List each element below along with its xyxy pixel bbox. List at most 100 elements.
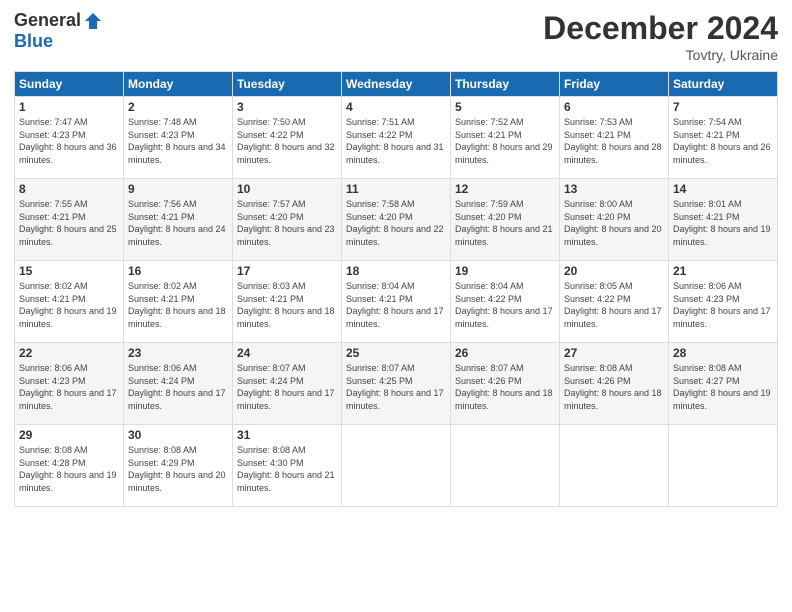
calendar-cell: 15 Sunrise: 8:02 AMSunset: 4:21 PMDayligh… bbox=[15, 261, 124, 343]
cell-info: Sunrise: 8:06 AMSunset: 4:23 PMDaylight:… bbox=[673, 280, 773, 330]
cell-info: Sunrise: 8:06 AMSunset: 4:24 PMDaylight:… bbox=[128, 362, 228, 412]
week-row-5: 29 Sunrise: 8:08 AMSunset: 4:28 PMDayligh… bbox=[15, 425, 778, 507]
calendar-cell: 29 Sunrise: 8:08 AMSunset: 4:28 PMDayligh… bbox=[15, 425, 124, 507]
cell-info: Sunrise: 8:04 AMSunset: 4:21 PMDaylight:… bbox=[346, 280, 446, 330]
day-number: 13 bbox=[564, 182, 664, 196]
day-number: 14 bbox=[673, 182, 773, 196]
day-number: 22 bbox=[19, 346, 119, 360]
day-number: 23 bbox=[128, 346, 228, 360]
calendar-cell: 18 Sunrise: 8:04 AMSunset: 4:21 PMDayligh… bbox=[342, 261, 451, 343]
day-number: 28 bbox=[673, 346, 773, 360]
calendar-table: Sunday Monday Tuesday Wednesday Thursday… bbox=[14, 71, 778, 507]
calendar-cell: 2 Sunrise: 7:48 AMSunset: 4:23 PMDaylight… bbox=[124, 97, 233, 179]
cell-info: Sunrise: 7:54 AMSunset: 4:21 PMDaylight:… bbox=[673, 116, 773, 166]
cell-info: Sunrise: 7:47 AMSunset: 4:23 PMDaylight:… bbox=[19, 116, 119, 166]
main-container: General Blue December 2024 Tovtry, Ukrai… bbox=[0, 0, 792, 513]
calendar-cell: 5 Sunrise: 7:52 AMSunset: 4:21 PMDaylight… bbox=[451, 97, 560, 179]
calendar-cell: 24 Sunrise: 8:07 AMSunset: 4:24 PMDayligh… bbox=[233, 343, 342, 425]
cell-info: Sunrise: 7:48 AMSunset: 4:23 PMDaylight:… bbox=[128, 116, 228, 166]
day-number: 19 bbox=[455, 264, 555, 278]
cell-info: Sunrise: 8:06 AMSunset: 4:23 PMDaylight:… bbox=[19, 362, 119, 412]
cell-info: Sunrise: 8:05 AMSunset: 4:22 PMDaylight:… bbox=[564, 280, 664, 330]
cell-info: Sunrise: 8:04 AMSunset: 4:22 PMDaylight:… bbox=[455, 280, 555, 330]
day-number: 15 bbox=[19, 264, 119, 278]
cell-info: Sunrise: 8:02 AMSunset: 4:21 PMDaylight:… bbox=[128, 280, 228, 330]
day-number: 18 bbox=[346, 264, 446, 278]
day-number: 3 bbox=[237, 100, 337, 114]
col-monday: Monday bbox=[124, 72, 233, 97]
cell-info: Sunrise: 7:56 AMSunset: 4:21 PMDaylight:… bbox=[128, 198, 228, 248]
title-block: December 2024 Tovtry, Ukraine bbox=[543, 10, 778, 63]
day-number: 31 bbox=[237, 428, 337, 442]
cell-info: Sunrise: 8:07 AMSunset: 4:24 PMDaylight:… bbox=[237, 362, 337, 412]
day-number: 2 bbox=[128, 100, 228, 114]
day-number: 17 bbox=[237, 264, 337, 278]
header-row: Sunday Monday Tuesday Wednesday Thursday… bbox=[15, 72, 778, 97]
col-saturday: Saturday bbox=[669, 72, 778, 97]
week-row-3: 15 Sunrise: 8:02 AMSunset: 4:21 PMDayligh… bbox=[15, 261, 778, 343]
calendar-cell: 16 Sunrise: 8:02 AMSunset: 4:21 PMDayligh… bbox=[124, 261, 233, 343]
cell-info: Sunrise: 8:00 AMSunset: 4:20 PMDaylight:… bbox=[564, 198, 664, 248]
day-number: 6 bbox=[564, 100, 664, 114]
calendar-cell: 23 Sunrise: 8:06 AMSunset: 4:24 PMDayligh… bbox=[124, 343, 233, 425]
col-tuesday: Tuesday bbox=[233, 72, 342, 97]
week-row-1: 1 Sunrise: 7:47 AMSunset: 4:23 PMDaylight… bbox=[15, 97, 778, 179]
day-number: 1 bbox=[19, 100, 119, 114]
day-number: 29 bbox=[19, 428, 119, 442]
day-number: 27 bbox=[564, 346, 664, 360]
calendar-cell: 9 Sunrise: 7:56 AMSunset: 4:21 PMDaylight… bbox=[124, 179, 233, 261]
calendar-cell: 26 Sunrise: 8:07 AMSunset: 4:26 PMDayligh… bbox=[451, 343, 560, 425]
cell-info: Sunrise: 8:08 AMSunset: 4:30 PMDaylight:… bbox=[237, 444, 337, 494]
day-number: 7 bbox=[673, 100, 773, 114]
col-friday: Friday bbox=[560, 72, 669, 97]
calendar-cell: 14 Sunrise: 8:01 AMSunset: 4:21 PMDayligh… bbox=[669, 179, 778, 261]
calendar-cell: 19 Sunrise: 8:04 AMSunset: 4:22 PMDayligh… bbox=[451, 261, 560, 343]
calendar-cell: 21Sunrise: 8:06 AMSunset: 4:23 PMDayligh… bbox=[669, 261, 778, 343]
header: General Blue December 2024 Tovtry, Ukrai… bbox=[14, 10, 778, 63]
location: Tovtry, Ukraine bbox=[543, 47, 778, 63]
week-row-2: 8 Sunrise: 7:55 AMSunset: 4:21 PMDaylight… bbox=[15, 179, 778, 261]
day-number: 25 bbox=[346, 346, 446, 360]
cell-info: Sunrise: 7:53 AMSunset: 4:21 PMDaylight:… bbox=[564, 116, 664, 166]
cell-info: Sunrise: 8:07 AMSunset: 4:26 PMDaylight:… bbox=[455, 362, 555, 412]
col-sunday: Sunday bbox=[15, 72, 124, 97]
cell-info: Sunrise: 7:52 AMSunset: 4:21 PMDaylight:… bbox=[455, 116, 555, 166]
cell-info: Sunrise: 7:55 AMSunset: 4:21 PMDaylight:… bbox=[19, 198, 119, 248]
cell-info: Sunrise: 8:08 AMSunset: 4:29 PMDaylight:… bbox=[128, 444, 228, 494]
cell-info: Sunrise: 7:50 AMSunset: 4:22 PMDaylight:… bbox=[237, 116, 337, 166]
cell-info: Sunrise: 8:03 AMSunset: 4:21 PMDaylight:… bbox=[237, 280, 337, 330]
logo-general: General bbox=[14, 10, 81, 31]
cell-info: Sunrise: 8:01 AMSunset: 4:21 PMDaylight:… bbox=[673, 198, 773, 248]
calendar-cell: 6 Sunrise: 7:53 AMSunset: 4:21 PMDaylight… bbox=[560, 97, 669, 179]
day-number: 26 bbox=[455, 346, 555, 360]
logo-blue: Blue bbox=[14, 31, 53, 52]
cell-info: Sunrise: 8:08 AMSunset: 4:28 PMDaylight:… bbox=[19, 444, 119, 494]
calendar-cell: 22 Sunrise: 8:06 AMSunset: 4:23 PMDayligh… bbox=[15, 343, 124, 425]
calendar-cell: 13 Sunrise: 8:00 AMSunset: 4:20 PMDayligh… bbox=[560, 179, 669, 261]
calendar-cell: 8 Sunrise: 7:55 AMSunset: 4:21 PMDaylight… bbox=[15, 179, 124, 261]
month-title: December 2024 bbox=[543, 10, 778, 47]
logo-icon bbox=[83, 11, 103, 31]
col-thursday: Thursday bbox=[451, 72, 560, 97]
day-number: 16 bbox=[128, 264, 228, 278]
day-number: 24 bbox=[237, 346, 337, 360]
calendar-cell: 30Sunrise: 8:08 AMSunset: 4:29 PMDayligh… bbox=[124, 425, 233, 507]
day-number: 8 bbox=[19, 182, 119, 196]
logo: General Blue bbox=[14, 10, 103, 52]
day-number: 9 bbox=[128, 182, 228, 196]
calendar-cell: 10Sunrise: 7:57 AMSunset: 4:20 PMDayligh… bbox=[233, 179, 342, 261]
calendar-cell bbox=[342, 425, 451, 507]
calendar-cell: 27Sunrise: 8:08 AMSunset: 4:26 PMDayligh… bbox=[560, 343, 669, 425]
cell-info: Sunrise: 8:07 AMSunset: 4:25 PMDaylight:… bbox=[346, 362, 446, 412]
cell-info: Sunrise: 7:51 AMSunset: 4:22 PMDaylight:… bbox=[346, 116, 446, 166]
day-number: 5 bbox=[455, 100, 555, 114]
cell-info: Sunrise: 8:02 AMSunset: 4:21 PMDaylight:… bbox=[19, 280, 119, 330]
calendar-cell: 28Sunrise: 8:08 AMSunset: 4:27 PMDayligh… bbox=[669, 343, 778, 425]
day-number: 12 bbox=[455, 182, 555, 196]
calendar-cell: 11Sunrise: 7:58 AMSunset: 4:20 PMDayligh… bbox=[342, 179, 451, 261]
day-number: 11 bbox=[346, 182, 446, 196]
day-number: 20 bbox=[564, 264, 664, 278]
calendar-cell: 3 Sunrise: 7:50 AMSunset: 4:22 PMDaylight… bbox=[233, 97, 342, 179]
calendar-cell: 4Sunrise: 7:51 AMSunset: 4:22 PMDaylight… bbox=[342, 97, 451, 179]
calendar-cell bbox=[669, 425, 778, 507]
